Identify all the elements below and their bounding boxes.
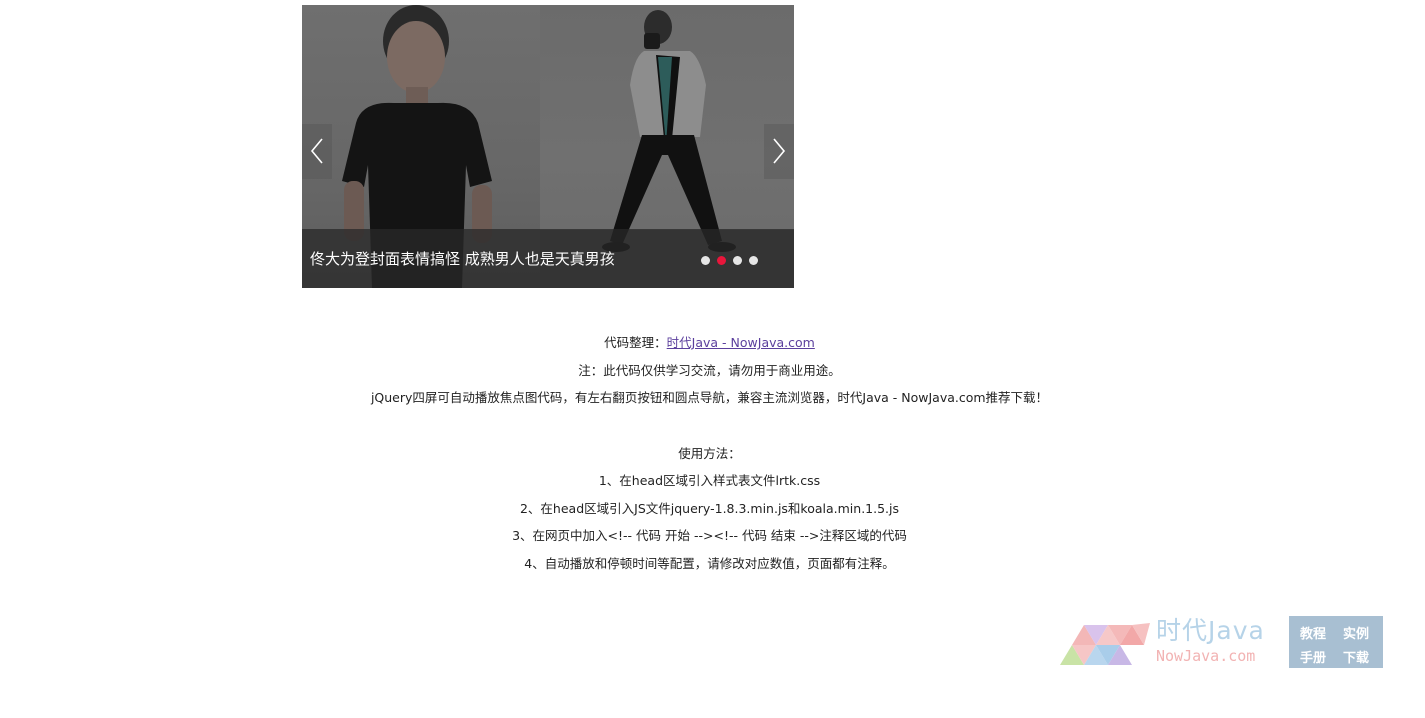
usage-step: 4、自动播放和停顿时间等配置，请修改对应数值，页面都有注释。 <box>524 555 895 571</box>
next-button[interactable] <box>764 124 794 179</box>
chevron-left-icon <box>310 138 323 164</box>
usage-step: 1、在head区域引入样式表文件lrtk.css <box>598 473 821 488</box>
logo-subtitle: NowJava.com <box>1156 647 1256 665</box>
logo-title: 时代Java <box>1156 616 1265 645</box>
dot-4[interactable] <box>749 256 758 265</box>
slide-caption[interactable]: 佟大为登封面表情搞怪 成熟男人也是天真男孩 <box>310 248 615 270</box>
info-section: 代码整理：时代Java - NowJava.com 注：此代码仅供学习交流，请勿… <box>302 329 1117 577</box>
focus-slider[interactable]: 佟大为登封面表情搞怪 成熟男人也是天真男孩 <box>302 5 794 288</box>
usage-step: 2、在head区域引入JS文件jquery-1.8.3.min.js和koala… <box>519 500 900 516</box>
credit-line: 代码整理：时代Java - NowJava.com <box>302 329 1117 357</box>
nowjava-logo[interactable]: 时代Java NowJava.com 教程 实例 手册 下载 <box>1060 616 1383 668</box>
prev-button[interactable] <box>302 124 332 179</box>
chevron-right-icon <box>773 138 786 164</box>
download-link[interactable]: 下载 <box>1343 647 1369 666</box>
triangle-logo-icon <box>1060 623 1150 665</box>
caption-bar: 佟大为登封面表情搞怪 成熟男人也是天真男孩 <box>302 229 794 288</box>
usage-step: 3、在网页中加入<!-- 代码 开始 --><!-- 代码 结束 -->注释区域… <box>512 528 907 543</box>
logo-link-box: 教程 实例 手册 下载 <box>1289 616 1383 668</box>
dot-1[interactable] <box>701 256 710 265</box>
manual-link[interactable]: 手册 <box>1300 647 1326 666</box>
credit-link[interactable]: 时代Java - NowJava.com <box>667 335 815 350</box>
tutorial-link[interactable]: 教程 <box>1300 623 1326 642</box>
credit-label: 代码整理： <box>604 335 667 350</box>
dot-3[interactable] <box>733 256 742 265</box>
note-line: 注：此代码仅供学习交流，请勿用于商业用途。 <box>578 362 841 378</box>
dot-2[interactable] <box>717 256 726 265</box>
usage-title: 使用方法： <box>678 445 741 461</box>
dot-navigation <box>701 256 765 266</box>
description-line: jQuery四屏可自动播放焦点图代码，有左右翻页按钮和圆点导航，兼容主流浏览器，… <box>370 390 1049 405</box>
example-link[interactable]: 实例 <box>1343 623 1369 642</box>
